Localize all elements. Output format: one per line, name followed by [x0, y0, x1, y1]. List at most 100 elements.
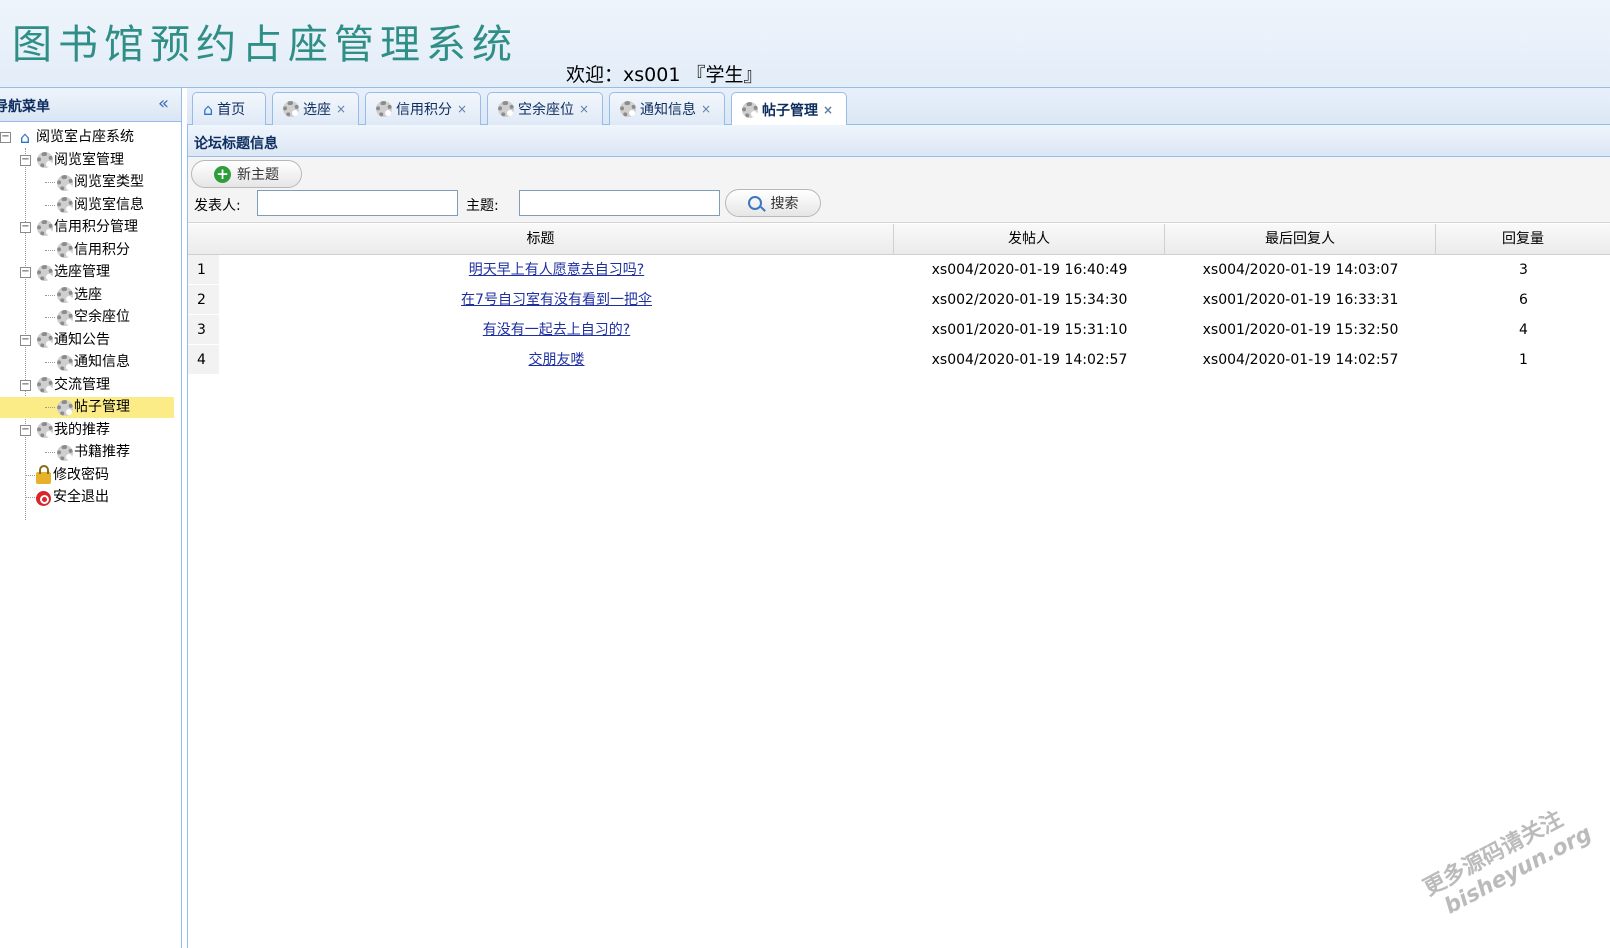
- tree-item-logout[interactable]: 安全退出: [0, 486, 181, 509]
- new-topic-label: 新主题: [237, 167, 279, 183]
- tree-item-label: 阅览室信息: [74, 196, 144, 213]
- collapse-toggle-icon[interactable]: −: [20, 334, 31, 346]
- collapse-toggle-icon[interactable]: −: [20, 222, 31, 233]
- gear-icon: [57, 197, 73, 213]
- tree-group-label: 通知公告: [54, 331, 110, 348]
- tree-group-label: 交流管理: [54, 376, 110, 393]
- tab-label: 通知信息: [640, 102, 696, 118]
- tree-item-notice-info[interactable]: 通知信息: [0, 351, 181, 374]
- app-title: 图书馆预约占座管理系统: [12, 22, 518, 68]
- last-reply-cell: xs004/2020-01-19 14:03:07: [1202, 262, 1399, 278]
- table-row[interactable]: 4 交朋友喽 xs004/2020-01-19 14:02:57 xs004/2…: [188, 345, 1610, 375]
- collapse-icon[interactable]: «: [158, 93, 169, 114]
- column-header-poster[interactable]: 发帖人: [894, 224, 1165, 254]
- tree-root[interactable]: − ⌂ 阅览室占座系统: [0, 126, 181, 149]
- last-reply-cell: xs004/2020-01-19 14:02:57: [1202, 352, 1399, 368]
- table-row[interactable]: 3 有没有一起去上自习的? xs001/2020-01-19 15:31:10 …: [188, 315, 1610, 345]
- search-button-label: 搜索: [770, 196, 799, 212]
- tree-group-recommend[interactable]: − 我的推荐: [0, 419, 181, 442]
- close-icon[interactable]: ×: [457, 102, 467, 116]
- topic-link[interactable]: 交朋友喽: [529, 352, 585, 368]
- panel-header: 论坛标题信息: [188, 125, 1610, 157]
- close-icon[interactable]: ×: [701, 102, 711, 116]
- gear-icon: [37, 422, 53, 438]
- tree-item-change-password[interactable]: 修改密码: [0, 464, 181, 487]
- tree-group-exchange[interactable]: − 交流管理: [0, 374, 181, 397]
- tab-credit-score[interactable]: 信用积分 ×: [365, 92, 481, 125]
- subject-input[interactable]: [519, 190, 720, 216]
- tree-group-reading-room[interactable]: − 阅览室管理: [0, 149, 181, 172]
- tree-item-label: 帖子管理: [74, 399, 130, 416]
- tree-item-free-seats[interactable]: 空余座位: [0, 306, 181, 329]
- tree-item-select-seat[interactable]: 选座: [0, 284, 181, 307]
- tab-notice-info[interactable]: 通知信息 ×: [609, 92, 725, 125]
- tab-home[interactable]: ⌂ 首页: [192, 92, 266, 125]
- gear-icon: [620, 101, 636, 117]
- topic-link[interactable]: 明天早上有人愿意去自习吗?: [469, 262, 644, 278]
- column-header-last-reply[interactable]: 最后回复人: [1165, 224, 1436, 254]
- column-header-title[interactable]: 标题: [188, 224, 894, 254]
- close-icon[interactable]: ×: [579, 102, 589, 116]
- gear-icon: [37, 332, 53, 348]
- gear-icon: [57, 287, 73, 303]
- tab-select-seat[interactable]: 选座 ×: [272, 92, 359, 125]
- row-number: 3: [188, 315, 219, 345]
- close-icon[interactable]: ×: [336, 102, 346, 116]
- tree-item-post-management[interactable]: 帖子管理: [0, 396, 181, 419]
- tree-item-room-info[interactable]: 阅览室信息: [0, 194, 181, 217]
- panel-title: 论坛标题信息: [194, 136, 278, 152]
- row-number: 2: [188, 285, 219, 315]
- close-icon[interactable]: ×: [823, 103, 833, 117]
- collapse-toggle-icon[interactable]: −: [20, 267, 31, 278]
- tree-item-label: 修改密码: [53, 466, 109, 483]
- table-row[interactable]: 2 在7号自习室有没有看到一把伞 xs002/2020-01-19 15:34:…: [188, 285, 1610, 315]
- tab-bar: ⌂ 首页 选座 × 信用积分 × 空余座位 × 通知信息 × 帖子管理 ×: [187, 88, 1610, 126]
- collapse-toggle-icon[interactable]: −: [20, 379, 31, 391]
- tree-group-seat[interactable]: − 选座管理: [0, 261, 181, 284]
- tree-group-notice[interactable]: − 通知公告: [0, 329, 181, 352]
- tab-label: 帖子管理: [762, 102, 818, 119]
- tree-item-label: 选座: [74, 286, 102, 303]
- collapse-toggle-icon[interactable]: −: [0, 132, 11, 143]
- tree-item-label: 书籍推荐: [74, 444, 130, 461]
- tree-item-room-type[interactable]: 阅览室类型: [0, 171, 181, 194]
- tab-label: 选座: [303, 102, 331, 118]
- home-icon: ⌂: [203, 99, 214, 119]
- reply-count-cell: 6: [1519, 292, 1528, 308]
- gear-icon: [57, 174, 73, 191]
- tree-group-label: 信用积分管理: [54, 219, 138, 236]
- last-reply-cell: xs001/2020-01-19 15:32:50: [1202, 322, 1399, 338]
- gear-icon: [57, 354, 73, 371]
- main-panel: 论坛标题信息 + 新主题 发表人: 主题: 搜索 标题 发帖人 最后回复人 回复…: [187, 125, 1610, 948]
- poster-cell: xs004/2020-01-19 14:02:57: [931, 352, 1128, 368]
- tab-post-management[interactable]: 帖子管理 ×: [731, 92, 847, 126]
- subject-label: 主题:: [466, 198, 499, 214]
- tree-group-label: 我的推荐: [54, 421, 110, 438]
- tree-item-label: 安全退出: [53, 489, 109, 506]
- tab-free-seats[interactable]: 空余座位 ×: [487, 92, 603, 125]
- tree-item-credit-score[interactable]: 信用积分: [0, 239, 181, 262]
- row-number: 1: [188, 255, 219, 285]
- gear-icon: [37, 377, 53, 393]
- collapse-toggle-icon[interactable]: −: [20, 154, 31, 166]
- gear-icon: [37, 264, 53, 281]
- table-header: 标题 发帖人 最后回复人 回复量: [188, 224, 1610, 255]
- poster-input[interactable]: [257, 190, 458, 216]
- poster-label: 发表人:: [194, 198, 241, 214]
- collapse-toggle-icon[interactable]: −: [20, 424, 31, 436]
- app-header: 图书馆预约占座管理系统 欢迎：xs001 『学生』: [0, 0, 1610, 88]
- tree-item-book-recommend[interactable]: 书籍推荐: [0, 441, 181, 464]
- tree-group-credit[interactable]: − 信用积分管理: [0, 216, 181, 239]
- gear-icon: [57, 399, 73, 416]
- topic-link[interactable]: 有没有一起去上自习的?: [483, 322, 630, 338]
- new-topic-button[interactable]: + 新主题: [191, 160, 302, 188]
- gear-icon: [37, 219, 53, 236]
- column-header-reply-count[interactable]: 回复量: [1436, 224, 1610, 254]
- table-row[interactable]: 1 明天早上有人愿意去自习吗? xs004/2020-01-19 16:40:4…: [188, 255, 1610, 285]
- search-button[interactable]: 搜索: [725, 189, 821, 217]
- poster-cell: xs001/2020-01-19 15:31:10: [931, 322, 1128, 338]
- toolbar: + 新主题 发表人: 主题: 搜索: [188, 157, 1610, 223]
- sidebar: 导航菜单 « − ⌂ 阅览室占座系统 − 阅览室管理 阅览室类型 阅览室信息 −…: [0, 88, 182, 948]
- topic-link[interactable]: 在7号自习室有没有看到一把伞: [461, 292, 652, 308]
- gear-icon: [37, 152, 53, 168]
